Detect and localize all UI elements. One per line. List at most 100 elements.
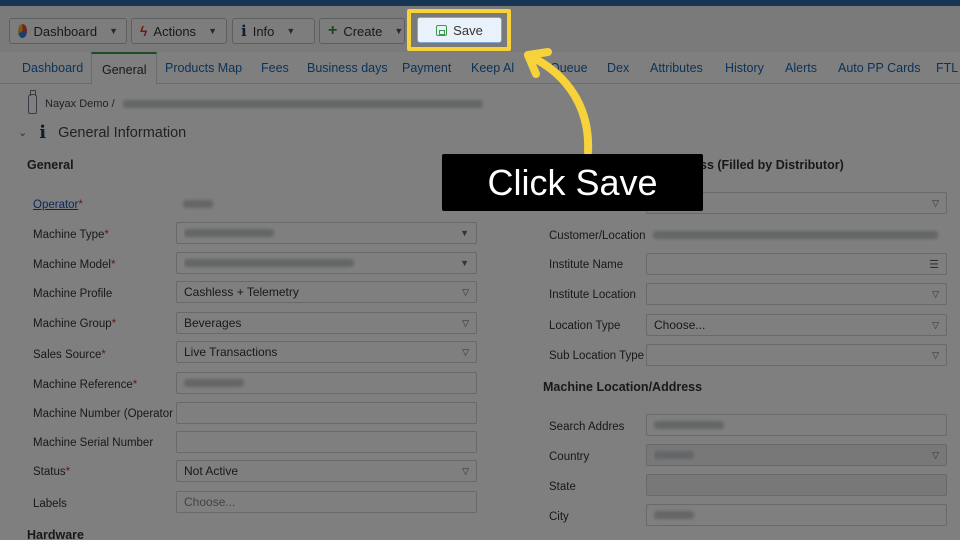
chevron-down-icon: ▼ (460, 228, 469, 238)
machine-model-label: Machine Model* (33, 259, 115, 271)
tab-alerts[interactable]: Alerts (785, 61, 817, 75)
chevron-down-icon: ▽ (462, 286, 469, 297)
machine-profile-select[interactable]: Cashless + Telemetry ▽ (176, 281, 477, 303)
general-heading: General (27, 158, 74, 172)
customer-location-label: Customer/Location (549, 230, 646, 242)
location-type-select[interactable]: Choose... ▽ (646, 314, 947, 336)
save-button-highlighted-label: Save (453, 22, 483, 38)
actions-menu-button[interactable]: ϟ Actions ▼ (131, 18, 227, 44)
machine-group-label-text: Machine Group (33, 318, 112, 330)
tab-dashboard[interactable]: Dashboard (22, 61, 83, 75)
operator-label: Operator* (33, 199, 83, 211)
save-button-highlighted[interactable]: Save (417, 17, 502, 43)
redacted-value (183, 200, 213, 208)
redacted-value (184, 379, 244, 387)
machine-type-label-text: Machine Type (33, 229, 105, 241)
machine-model-select[interactable]: ▼ (176, 252, 477, 274)
tab-business-days[interactable]: Business days (307, 61, 388, 75)
tab-fees[interactable]: Fees (261, 61, 289, 75)
machine-location-heading: Machine Location/Address (543, 380, 703, 394)
dashboard-icon (18, 24, 28, 38)
section-header[interactable]: ⌄ i General Information (18, 122, 186, 143)
labels-input[interactable]: Choose... (176, 491, 477, 513)
operator-link[interactable]: Operator (33, 199, 78, 211)
sub-location-type-label: Sub Location Type (549, 350, 645, 362)
required-mark: * (132, 379, 138, 391)
country-select[interactable]: ▽ (646, 444, 947, 466)
institute-location-label: Institute Location (549, 289, 636, 301)
tab-keep-alive[interactable]: Keep Al (471, 61, 514, 75)
institute-name-label: Institute Name (549, 259, 624, 271)
sales-source-value: Live Transactions (184, 345, 278, 359)
chevron-down-icon: ▼ (109, 26, 118, 36)
institute-location-select[interactable]: ▽ (646, 283, 947, 305)
labels-placeholder: Choose... (184, 495, 236, 509)
tab-products-map[interactable]: Products Map (165, 61, 242, 75)
machine-profile-label: Machine Profile (33, 288, 113, 300)
tab-general[interactable]: General (91, 52, 158, 85)
sub-location-type-select[interactable]: ▽ (646, 344, 947, 366)
info-icon: i (241, 22, 247, 40)
required-mark: * (78, 199, 83, 211)
dashboard-menu-button[interactable]: Dashboard ▼ (9, 18, 127, 44)
tab-ftl[interactable]: FTL (936, 61, 958, 75)
machine-number-label: Machine Number (Operator (33, 408, 173, 420)
tab-bar: Dashboard General Products Map Fees Busi… (0, 52, 960, 85)
info-menu-label: Info (252, 23, 275, 39)
redacted-value (654, 511, 694, 519)
chevron-down-icon: ⌄ (18, 127, 28, 139)
create-menu-label: Create (343, 23, 383, 39)
redacted-value (184, 229, 274, 237)
required-mark: * (111, 318, 117, 330)
status-select[interactable]: Not Active ▽ (176, 460, 477, 482)
hardware-heading: Hardware (27, 528, 84, 540)
chevron-down-icon: ▽ (932, 319, 939, 330)
state-label: State (549, 481, 576, 493)
required-mark: * (104, 229, 109, 241)
tab-dex[interactable]: Dex (607, 61, 629, 75)
plus-icon: + (328, 22, 338, 39)
customer-location-value (646, 224, 947, 246)
machine-serial-input[interactable] (176, 431, 477, 453)
tab-attributes[interactable]: Attributes (650, 61, 703, 75)
status-label-text: Status (33, 466, 66, 478)
operator-value (176, 193, 477, 215)
city-input[interactable] (646, 504, 947, 526)
machine-reference-label: Machine Reference* (33, 379, 137, 391)
chevron-down-icon: ▼ (286, 26, 296, 36)
save-icon (436, 24, 448, 36)
machine-type-select[interactable]: ▼ (176, 222, 477, 244)
search-address-input[interactable] (646, 414, 947, 436)
institute-name-select[interactable]: ☰ (646, 253, 947, 275)
callout-text: Click Save (487, 161, 658, 203)
tab-payment[interactable]: Payment (402, 61, 451, 75)
machine-model-label-text: Machine Model (33, 259, 111, 271)
location-type-label: Location Type (549, 320, 621, 332)
chevron-down-icon: ▽ (462, 465, 469, 476)
machine-number-input[interactable] (176, 402, 477, 424)
list-icon: ☰ (929, 258, 939, 271)
machine-type-label: Machine Type* (33, 229, 109, 241)
state-select[interactable] (646, 474, 947, 496)
create-menu-button[interactable]: + Create ▼ (319, 18, 405, 44)
chevron-down-icon: ▼ (208, 26, 217, 36)
breadcrumb-root[interactable]: Nayax Demo / (45, 98, 115, 110)
machine-serial-label: Machine Serial Number (33, 437, 154, 449)
tab-history[interactable]: History (725, 61, 764, 75)
machine-reference-input[interactable] (176, 372, 477, 394)
tab-queue[interactable]: Queue (550, 61, 588, 75)
lightning-icon: ϟ (140, 23, 148, 39)
bottle-icon (28, 90, 37, 114)
chevron-down-icon: ▽ (932, 349, 939, 360)
info-menu-button[interactable]: i Info ▼ (232, 18, 315, 44)
country-label: Country (549, 451, 590, 463)
sales-source-select[interactable]: Live Transactions ▽ (176, 341, 477, 363)
machine-group-label: Machine Group* (33, 318, 116, 330)
address-heading: ss (Filled by Distributor) (700, 158, 844, 172)
tab-auto-pp-cards[interactable]: Auto PP Cards (838, 61, 920, 75)
search-address-label: Search Addres (549, 421, 625, 433)
redacted-value (653, 231, 938, 239)
redacted-value (184, 259, 354, 267)
machine-group-value: Beverages (184, 316, 242, 330)
machine-group-select[interactable]: Beverages ▽ (176, 312, 477, 334)
